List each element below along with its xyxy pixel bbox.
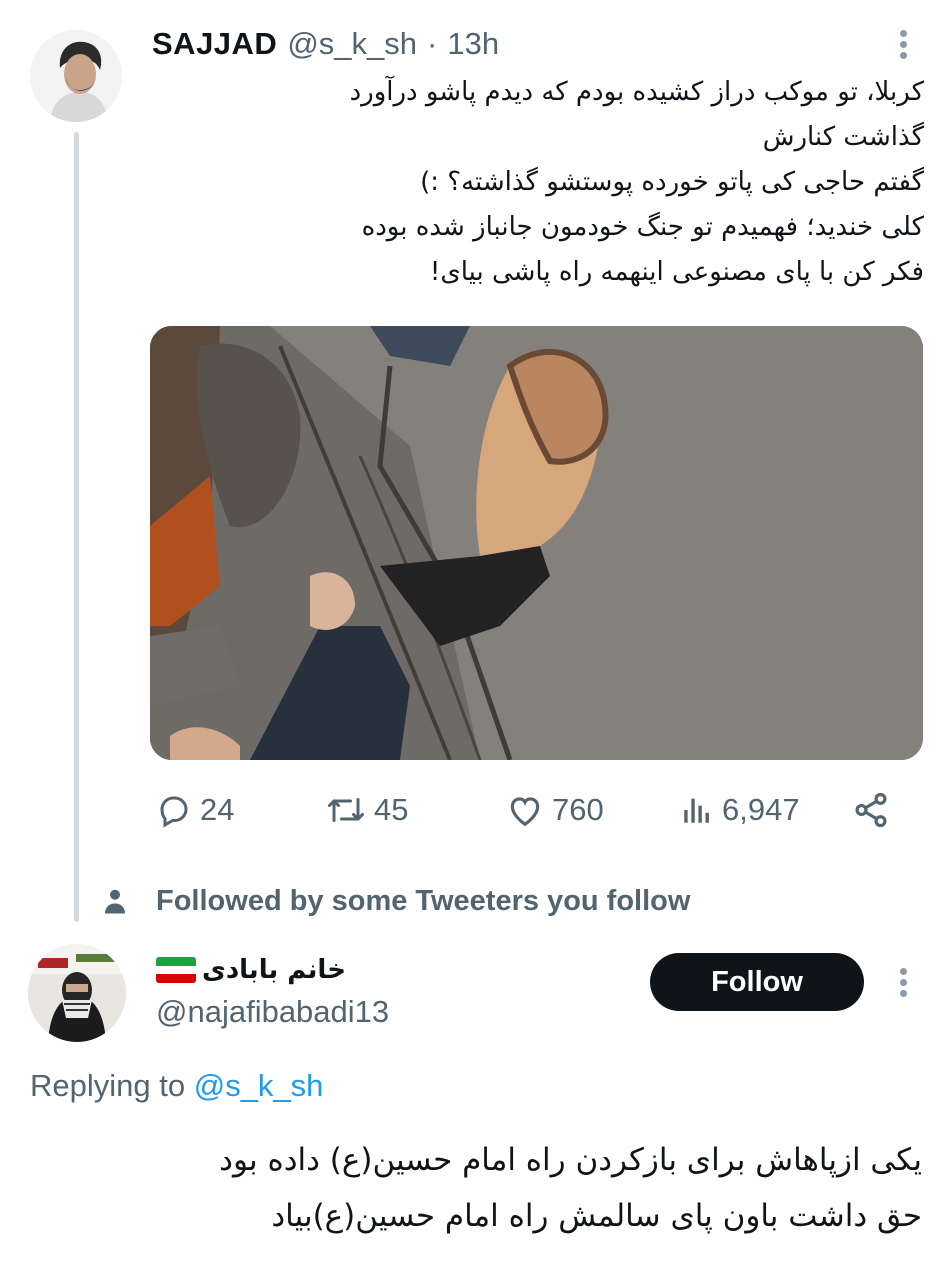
reply-author-name[interactable]: خانم بابادی [202, 955, 346, 985]
author-avatar[interactable] [30, 30, 122, 122]
heart-icon [510, 797, 540, 827]
reply-button[interactable]: 24 [156, 790, 234, 830]
more-options-icon[interactable] [892, 966, 916, 1000]
iran-flag-icon [156, 957, 196, 983]
retweet-button[interactable]: 45 [326, 790, 408, 830]
share-button[interactable] [852, 790, 890, 830]
tweet-text: کربلا، تو موکب دراز کشیده بودم که دیدم پ… [150, 70, 924, 295]
reply-count: 24 [200, 792, 235, 827]
bar-chart-icon [684, 798, 709, 823]
tweet-text-line: گفتم حاجی کی پاتو خورده پوستشو گذاشته؟ :… [420, 167, 924, 197]
reply-author-name-row: خانم بابادی [156, 950, 346, 990]
reply-author-handle[interactable]: @najafibabadi13 [156, 994, 389, 1030]
follow-button[interactable]: Follow [650, 953, 864, 1011]
meta-separator: · [427, 26, 438, 61]
more-options-icon[interactable] [892, 28, 916, 62]
tweet-text-line: گذاشت کنارش [762, 122, 924, 152]
retweet-arrows-icon [328, 798, 364, 822]
author-handle[interactable]: @s_k_sh [287, 26, 417, 62]
retweet-count: 45 [374, 792, 409, 827]
replying-to-label: Replying to [30, 1068, 186, 1103]
tweet-timestamp[interactable]: 13h [447, 26, 499, 62]
replying-to: Replying to @s_k_sh [30, 1068, 323, 1104]
like-button[interactable]: 760 [506, 790, 604, 830]
reply-text-line: حق داشت باون پای سالمش راه امام حسین(ع)ب… [271, 1198, 922, 1234]
like-count: 760 [552, 792, 604, 827]
tweet-text-line: کلی خندید؛ فهمیدم تو جنگ خودمون جانباز ش… [361, 212, 924, 242]
share-icon [855, 792, 887, 828]
reply-text: یکی ازپاهاش برای بازکردن راه امام حسین(ع… [30, 1132, 922, 1244]
social-context-text: Followed by some Tweeters you follow [156, 884, 691, 917]
view-count: 6,947 [722, 792, 800, 827]
speech-bubble-icon [160, 796, 188, 828]
social-context: Followed by some Tweeters you follow [100, 880, 690, 922]
person-icon [105, 889, 125, 914]
tweet-text-line: فکر کن با پای مصنوعی اینهمه راه پاشی بیا… [429, 257, 924, 287]
tweet-actions-bar: 24 45 760 6,947 [150, 780, 920, 840]
views-button[interactable]: 6,947 [680, 790, 800, 830]
replying-to-handle-link[interactable]: @s_k_sh [194, 1068, 324, 1103]
thread-connector-line [74, 132, 79, 922]
author-name[interactable]: SAJJAD [152, 26, 277, 62]
tweet-photo[interactable] [150, 326, 923, 760]
reply-author-avatar[interactable] [28, 944, 126, 1042]
reply-text-line: یکی ازپاهاش برای بازکردن راه امام حسین(ع… [219, 1142, 922, 1178]
tweet-header: SAJJAD @s_k_sh · 13h [152, 26, 499, 66]
tweet-text-line: کربلا، تو موکب دراز کشیده بودم که دیدم پ… [349, 77, 924, 107]
